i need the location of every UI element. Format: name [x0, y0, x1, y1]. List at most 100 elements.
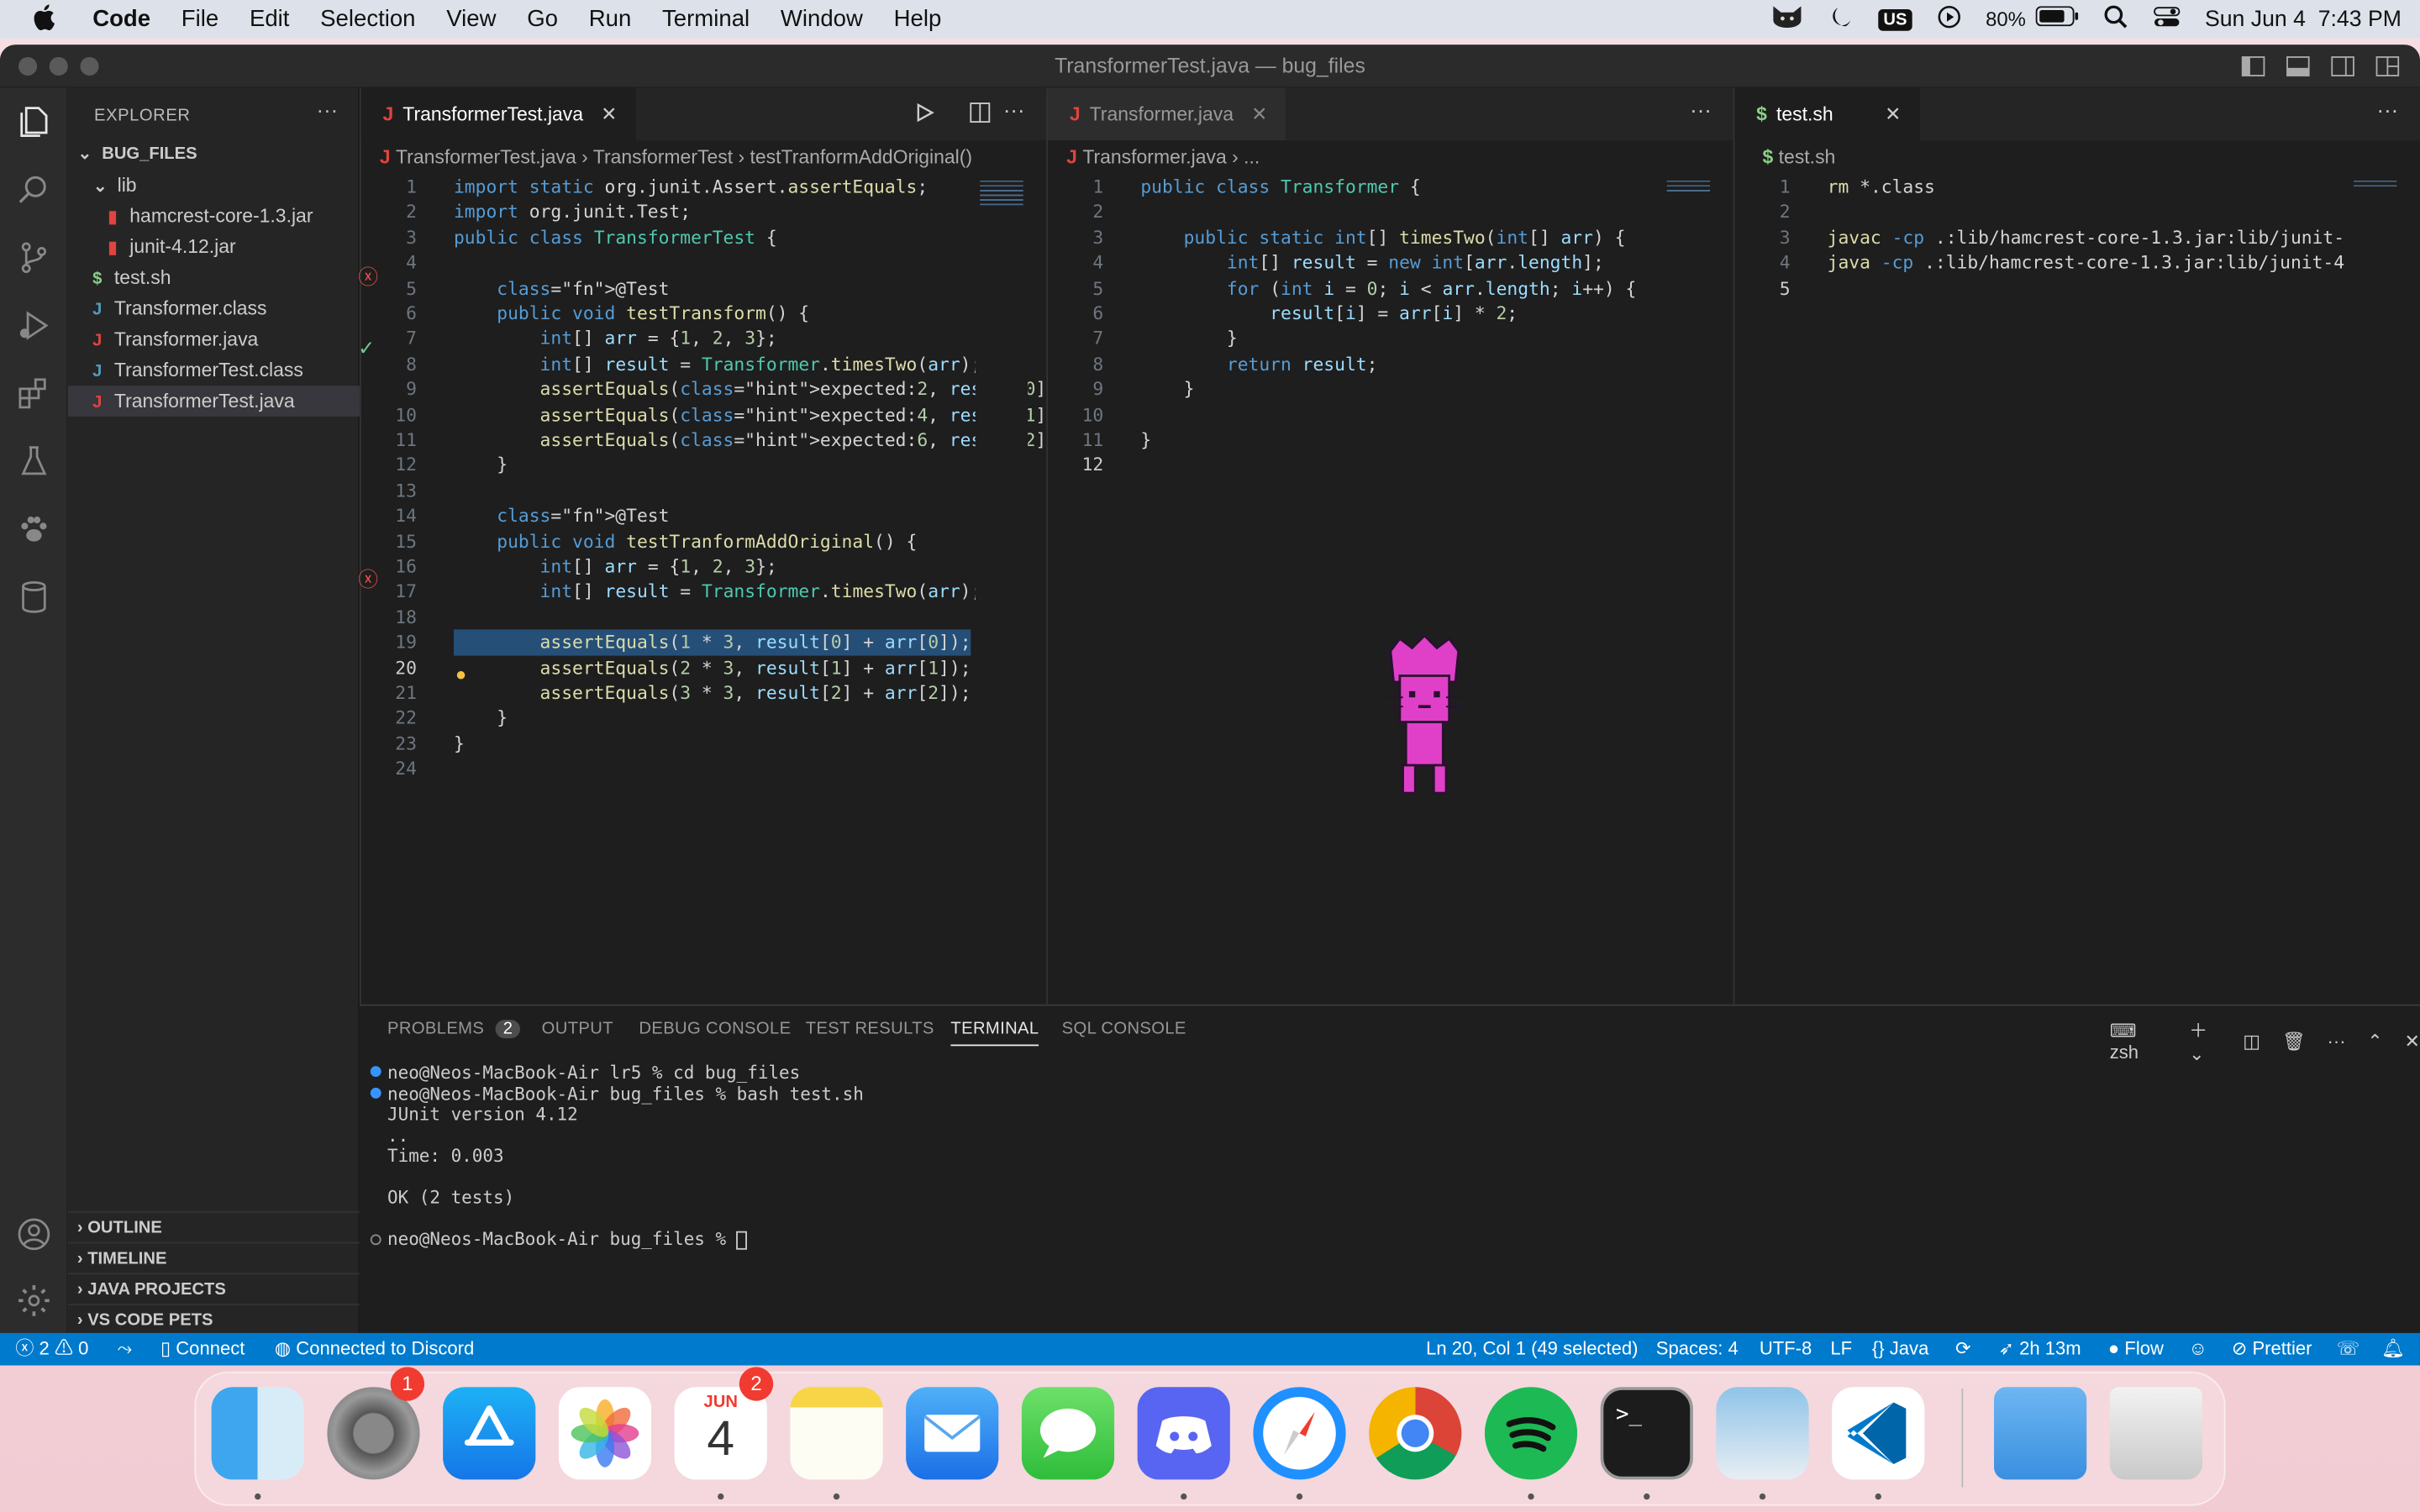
- code-line[interactable]: }: [454, 706, 508, 731]
- tab-test-results[interactable]: TEST RESULTS: [806, 1020, 934, 1038]
- test-failed-icon[interactable]: ⓧ: [358, 563, 378, 592]
- menu-window[interactable]: Window: [765, 6, 879, 32]
- more-actions-icon[interactable]: ···: [2377, 97, 2399, 122]
- extensions-icon[interactable]: [15, 375, 52, 412]
- battery-icon[interactable]: [2034, 6, 2078, 32]
- notifications-bell-icon[interactable]: 🔔︎: [2381, 1333, 2405, 1366]
- play-icon[interactable]: [1936, 4, 1960, 35]
- zoom-window-button[interactable]: [80, 56, 99, 76]
- finder-icon[interactable]: [211, 1387, 304, 1480]
- code-line[interactable]: int[] arr = {1, 2, 3};: [454, 554, 777, 579]
- apple-icon[interactable]: [0, 3, 77, 36]
- preview-icon[interactable]: [1716, 1387, 1809, 1480]
- minimap[interactable]: [1662, 174, 1715, 1005]
- code-line[interactable]: javac -cp .:lib/hamcrest-core-1.3.jar:li…: [1828, 225, 2344, 250]
- code-line[interactable]: int[] result = Transformer.timesTwo(arr)…: [454, 579, 982, 604]
- code-line[interactable]: public class TransformerTest {: [454, 225, 777, 250]
- tree-item-transformer-class[interactable]: J Transformer.class: [68, 293, 360, 324]
- menu-selection[interactable]: Selection: [305, 6, 431, 32]
- wakatime-status[interactable]: ➶ 2h 13m: [1999, 1333, 2081, 1366]
- section-outline[interactable]: › OUTLINE: [67, 1210, 360, 1242]
- menu-run[interactable]: Run: [573, 6, 646, 32]
- breadcrumb-file[interactable]: test.sh: [1779, 146, 1836, 168]
- breadcrumb-file[interactable]: TransformerTest.java: [396, 146, 576, 168]
- terminal-shell-selector[interactable]: ⌨ zsh: [2110, 1019, 2168, 1062]
- run-debug-icon[interactable]: [15, 307, 52, 344]
- indentation-status[interactable]: Spaces: 4: [1656, 1333, 1739, 1366]
- menu-code[interactable]: Code: [77, 6, 166, 32]
- code-line[interactable]: assertEquals(1 * 3, result[0] + arr[0]);: [453, 629, 971, 655]
- toggle-secondary-sidebar-icon[interactable]: [2330, 54, 2354, 87]
- prettier-status[interactable]: ⊘ Prettier: [2232, 1333, 2312, 1366]
- discord-icon[interactable]: [1137, 1387, 1230, 1480]
- feedback-icon[interactable]: ☏: [2337, 1333, 2360, 1366]
- section-java-projects[interactable]: › JAVA PROJECTS: [67, 1273, 360, 1304]
- code-line[interactable]: int[] arr = {1, 2, 3};: [454, 326, 777, 351]
- close-tab-icon[interactable]: ✕: [1251, 103, 1267, 125]
- code-line[interactable]: class="fn">@Test: [454, 503, 669, 528]
- chrome-icon[interactable]: [1369, 1387, 1462, 1480]
- vscode-icon[interactable]: [1832, 1387, 1925, 1480]
- tree-item-test-sh[interactable]: $ test.sh: [68, 262, 360, 293]
- app-store-icon[interactable]: [443, 1387, 536, 1480]
- tab-debug-console[interactable]: DEBUG CONSOLE: [639, 1020, 791, 1038]
- problems-status[interactable]: ⓧ 2 ⚠ 0: [15, 1333, 88, 1366]
- account-icon[interactable]: [15, 1215, 52, 1252]
- code-line[interactable]: int[] result = Transformer.timesTwo(arr)…: [454, 351, 982, 376]
- eol-status[interactable]: LF: [1830, 1333, 1852, 1366]
- code-editor[interactable]: 1 import static org.junit.Assert.assertEq…: [361, 175, 1068, 1005]
- code-line[interactable]: rm *.class: [1828, 175, 1935, 200]
- code-line[interactable]: }: [454, 731, 465, 756]
- photos-icon[interactable]: [558, 1387, 652, 1480]
- customize-layout-icon[interactable]: [2375, 54, 2400, 87]
- connect-status[interactable]: ▯ Connect: [160, 1333, 245, 1366]
- code-line[interactable]: assertEquals(2 * 3, result[1] + arr[1]);: [454, 655, 971, 680]
- close-tab-icon[interactable]: ✕: [1885, 103, 1901, 125]
- encoding-status[interactable]: UTF-8: [1760, 1333, 1812, 1366]
- calendar-icon[interactable]: JUN 4: [674, 1387, 767, 1480]
- cat-icon[interactable]: [1770, 4, 1804, 35]
- code-line[interactable]: }: [1140, 428, 1151, 453]
- code-line[interactable]: public class Transformer {: [1140, 175, 1420, 200]
- explorer-icon[interactable]: [15, 103, 52, 140]
- code-line[interactable]: public void testTranformAddOriginal() {: [454, 528, 917, 554]
- trash-icon[interactable]: [2109, 1387, 2202, 1480]
- notes-icon[interactable]: [790, 1387, 883, 1480]
- tab-terminal[interactable]: TERMINAL: [950, 1020, 1039, 1047]
- code-line[interactable]: }: [454, 453, 508, 478]
- more-actions-icon[interactable]: ···: [2328, 1030, 2346, 1052]
- code-line[interactable]: for (int i = 0; i < arr.length; i++) {: [1140, 276, 1636, 301]
- menu-terminal[interactable]: Terminal: [647, 6, 765, 32]
- messages-icon[interactable]: [1021, 1387, 1115, 1480]
- language-status[interactable]: {} Java: [1872, 1333, 1928, 1366]
- vscode-pets-icon[interactable]: [15, 511, 52, 548]
- copilot-icon[interactable]: ☺: [2188, 1333, 2207, 1366]
- breadcrumb-class[interactable]: TransformerTest: [593, 146, 733, 168]
- minimap[interactable]: [975, 174, 1028, 1005]
- input-source-badge[interactable]: US: [1878, 8, 1912, 30]
- spotify-icon[interactable]: [1484, 1387, 1578, 1480]
- code-line[interactable]: import static org.junit.Assert.assertEqu…: [454, 175, 928, 200]
- toggle-panel-icon[interactable]: [2286, 54, 2310, 87]
- minimize-window-button[interactable]: [49, 56, 68, 76]
- breadcrumb-more[interactable]: ...: [1244, 146, 1260, 168]
- tree-item-transformer-java[interactable]: J Transformer.java: [68, 324, 360, 355]
- terminal-output[interactable]: neo@Neos-MacBook-Air lr5 % cd bug_files n…: [387, 1063, 864, 1250]
- test-failed-icon[interactable]: ⓧ: [358, 260, 378, 290]
- code-line[interactable]: public static int[] timesTwo(int[] arr) …: [1140, 225, 1626, 250]
- test-passed-icon[interactable]: ✓: [358, 336, 375, 360]
- source-control-icon[interactable]: [15, 239, 52, 276]
- split-terminal-icon[interactable]: ◫: [2243, 1030, 2260, 1052]
- live-share-icon[interactable]: ⤳: [118, 1333, 133, 1366]
- pink-cat-pet[interactable]: [1378, 635, 1470, 796]
- tree-item-lib[interactable]: ⌄ lib: [68, 170, 360, 201]
- close-panel-icon[interactable]: ✕: [2404, 1030, 2419, 1052]
- sync-icon[interactable]: ⟳: [1955, 1333, 1970, 1366]
- tree-item-junit-jar[interactable]: ▮ junit-4.12.jar: [68, 232, 360, 263]
- testing-icon[interactable]: [15, 443, 52, 480]
- tab-output[interactable]: OUTPUT: [542, 1020, 613, 1038]
- code-editor[interactable]: 1 rm *.class 2 3 javac -cp .:lib/hamcrest-co…: [1734, 175, 2344, 1005]
- tree-item-hamcrest-jar[interactable]: ▮ hamcrest-core-1.3.jar: [68, 201, 360, 232]
- flow-status[interactable]: ● Flow: [2108, 1333, 2164, 1366]
- split-editor-icon[interactable]: [969, 102, 991, 131]
